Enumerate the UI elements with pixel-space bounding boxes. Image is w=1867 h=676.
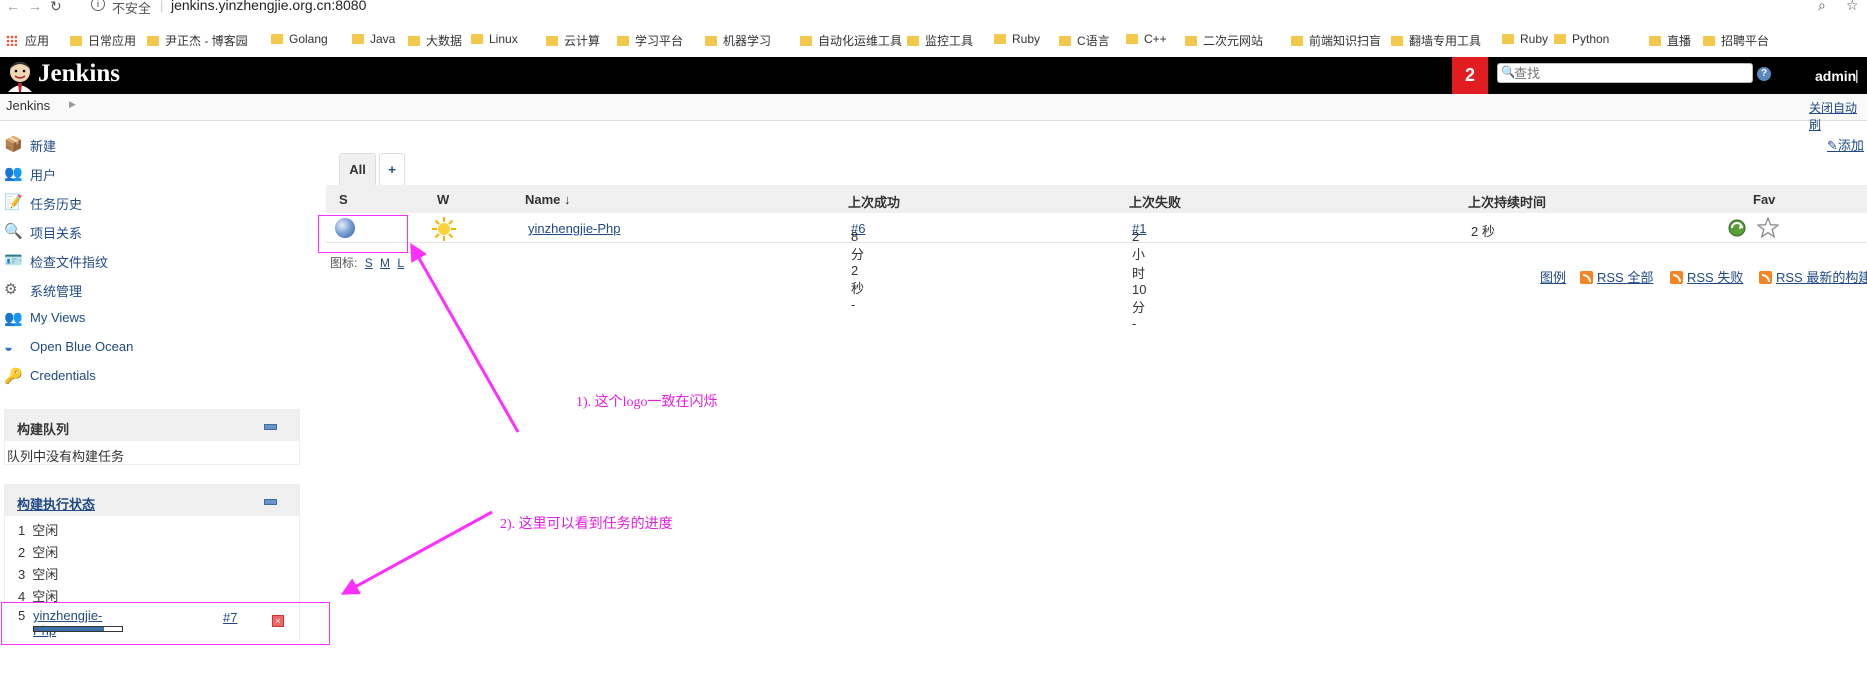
annotation-arrows — [340, 242, 520, 595]
annotation-note-2: 2). 这里可以看到任务的进度 — [500, 517, 673, 532]
annotation-note-1: 1). 这个logo一致在闪烁 — [576, 395, 718, 410]
arrow-to-status — [410, 242, 520, 433]
arrow-to-progress — [340, 510, 493, 595]
